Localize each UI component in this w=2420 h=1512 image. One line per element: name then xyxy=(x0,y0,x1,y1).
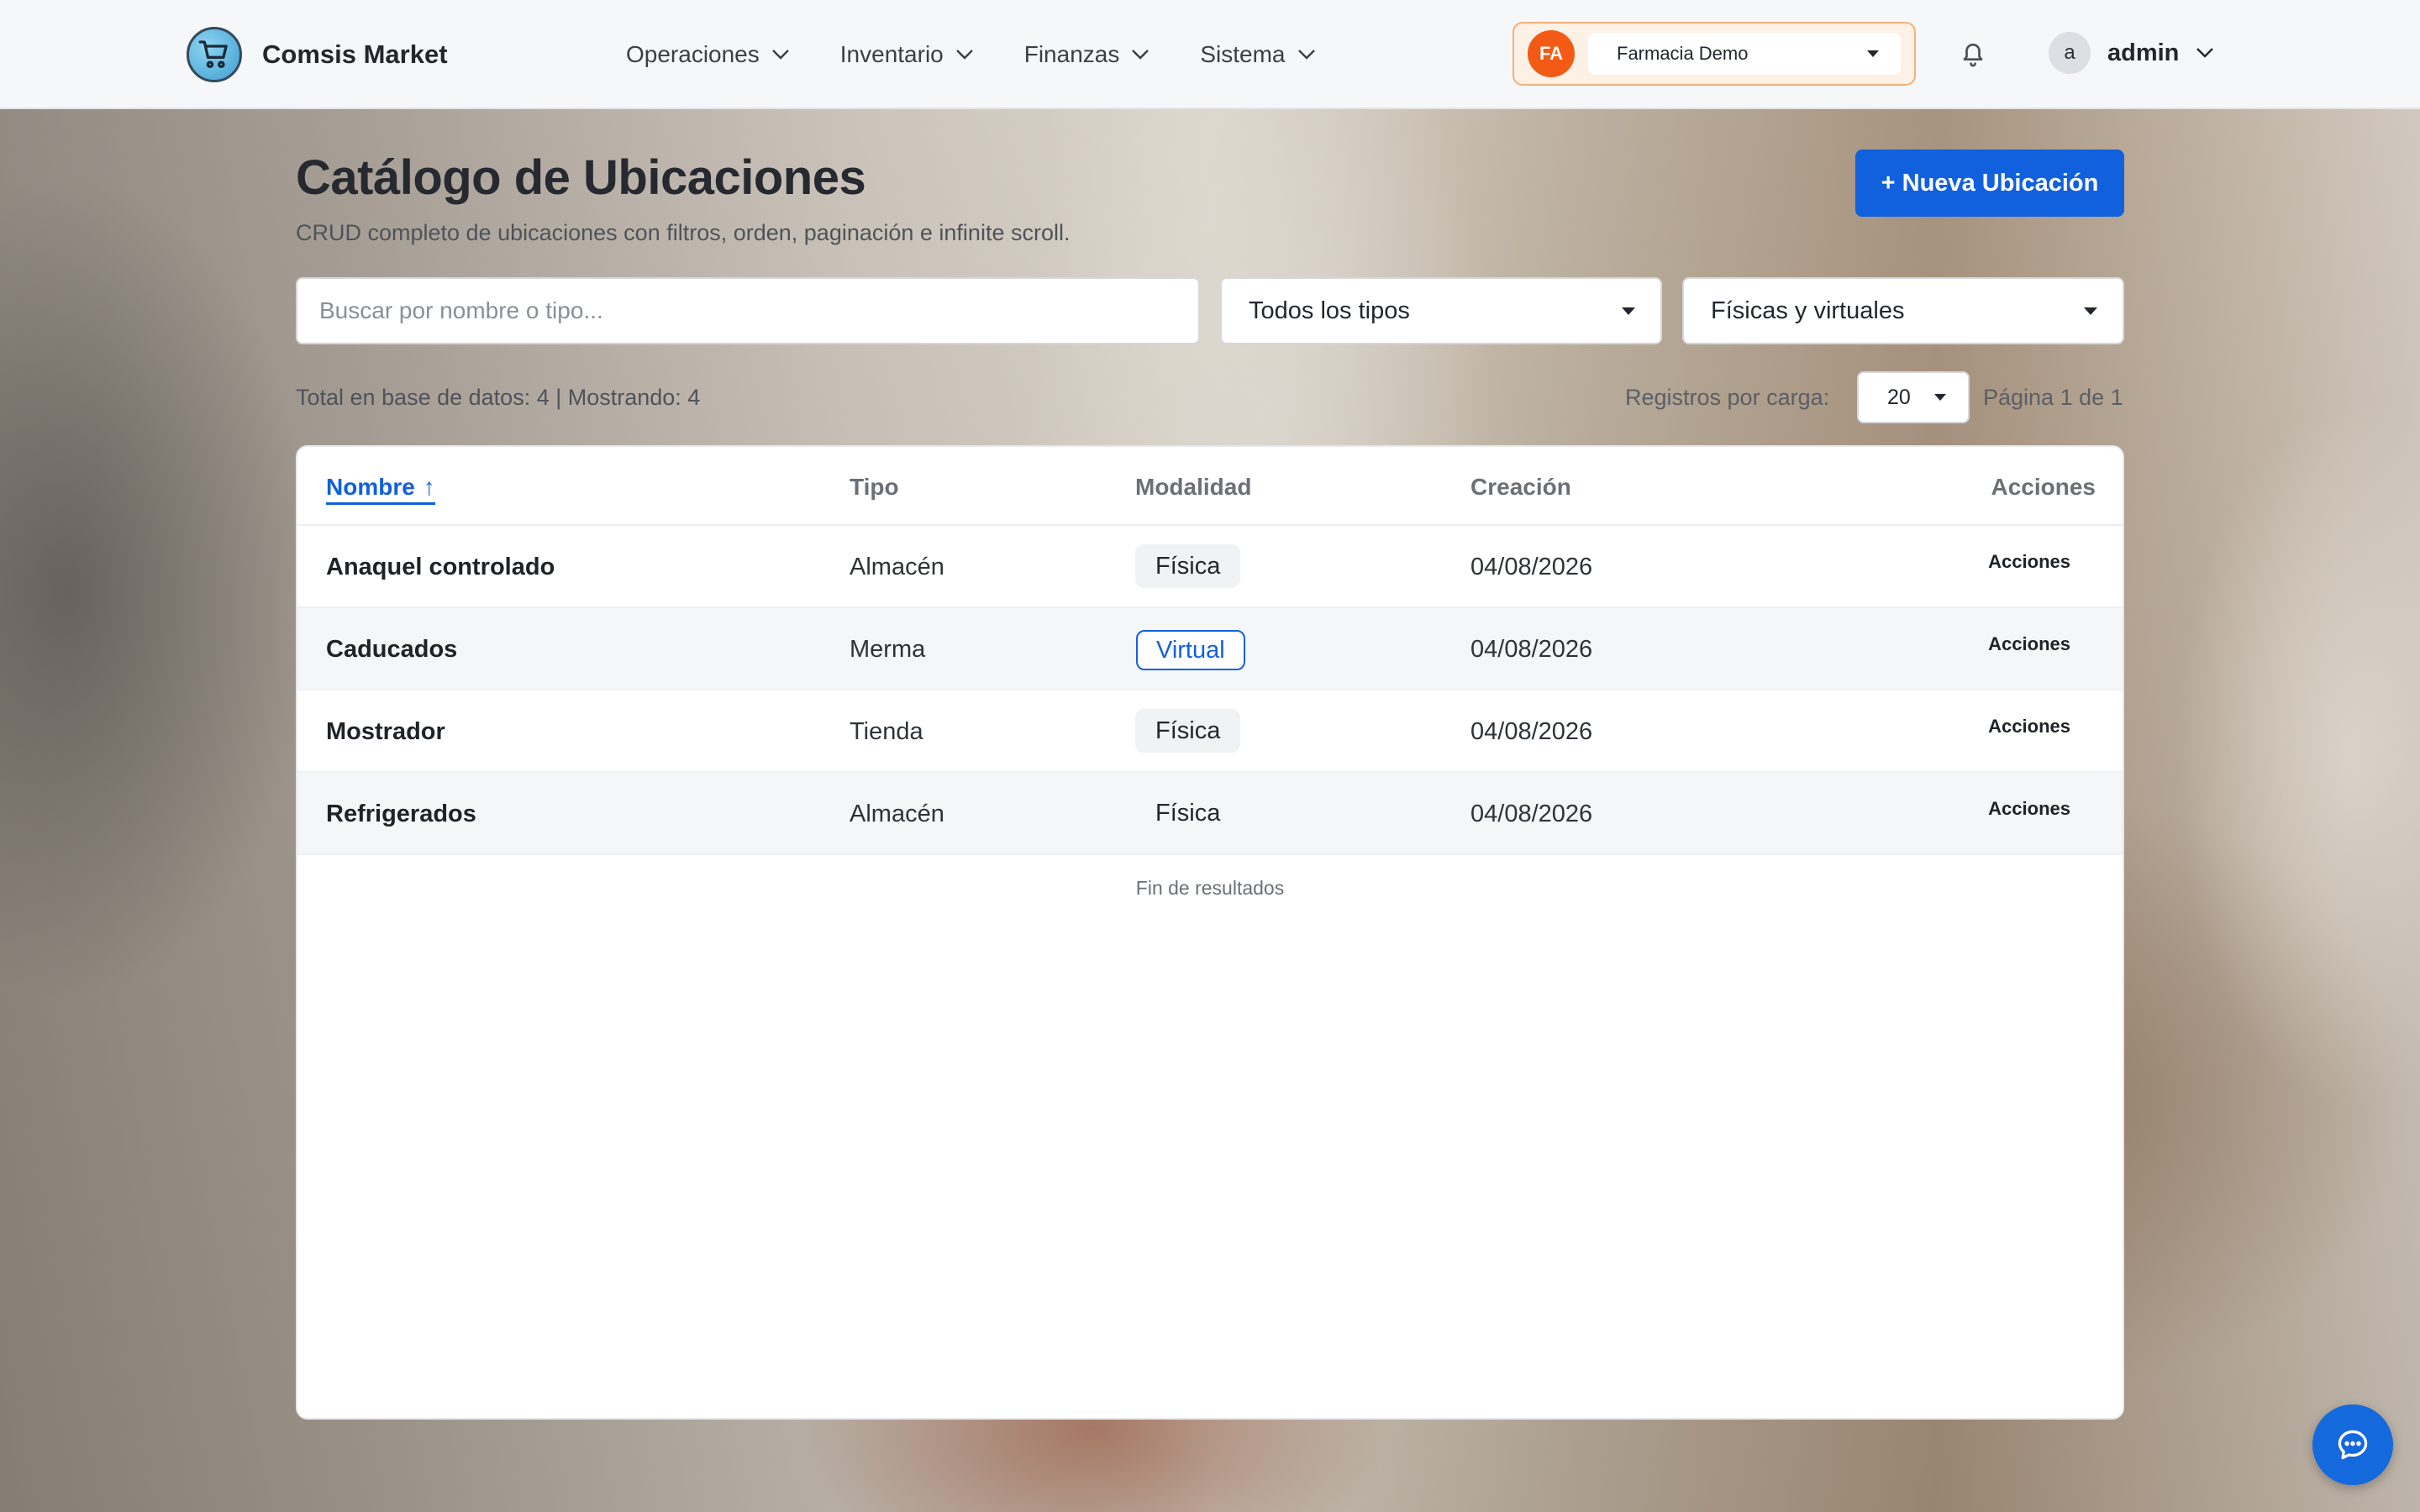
nav-item-sistema[interactable]: Sistema xyxy=(1200,41,1315,68)
chevron-down-icon xyxy=(1132,50,1150,60)
cell-type: Merma xyxy=(850,636,926,663)
cell-name: Anaquel controlado xyxy=(326,554,555,580)
avatar: a xyxy=(2049,32,2091,74)
table-row[interactable]: Refrigerados Almacén Física 04/08/2026 A… xyxy=(297,773,2123,855)
store-name: Farmacia Demo xyxy=(1617,43,1749,64)
column-header-type[interactable]: Tipo xyxy=(850,474,899,501)
caret-down-icon xyxy=(1867,50,1879,57)
row-actions-button[interactable]: Acciones xyxy=(1988,798,2070,820)
store-avatar: FA xyxy=(1528,30,1575,77)
mode-filter-select[interactable]: Físicas y virtuales xyxy=(1682,277,2124,344)
nav-item-label: Operaciones xyxy=(626,41,760,67)
chevron-down-icon xyxy=(771,50,789,60)
cell-name: Refrigerados xyxy=(326,801,476,827)
caret-down-icon xyxy=(1622,307,1635,315)
nav-item-label: Sistema xyxy=(1200,41,1286,67)
nav-item-label: Finanzas xyxy=(1023,41,1120,67)
per-load-select[interactable]: 20 xyxy=(1857,371,1970,423)
store-selector: FA Farmacia Demo xyxy=(1512,22,1916,86)
cell-created: 04/08/2026 xyxy=(1470,554,1593,580)
mode-badge: Física xyxy=(1135,544,1241,588)
user-name: admin xyxy=(2107,39,2180,66)
table-row[interactable]: Anaquel controlado Almacén Física 04/08/… xyxy=(297,526,2123,608)
mode-badge: Física xyxy=(1155,799,1221,827)
nav-item-finanzas[interactable]: Finanzas xyxy=(1024,41,1150,68)
cell-created: 04/08/2026 xyxy=(1470,801,1593,827)
cell-type: Almacén xyxy=(850,801,944,827)
cell-name: Mostrador xyxy=(326,718,445,745)
cell-created: 04/08/2026 xyxy=(1470,718,1593,745)
table-header: Nombre ↑ Tipo Modalidad Creación Accione… xyxy=(297,447,2123,526)
end-of-results-text: Fin de resultados xyxy=(1135,877,1285,899)
caret-down-icon xyxy=(1934,394,1946,401)
column-header-label: Nombre xyxy=(326,474,415,500)
column-header-actions: Acciones xyxy=(1991,474,2096,500)
chat-button[interactable] xyxy=(2312,1404,2393,1485)
chevron-down-icon xyxy=(2196,48,2214,58)
nav-item-operaciones[interactable]: Operaciones xyxy=(626,41,790,68)
page-info: Página 1 de 1 xyxy=(1983,385,2123,410)
bell-icon[interactable] xyxy=(1956,37,1990,75)
row-actions-button[interactable]: Acciones xyxy=(1988,551,2070,573)
mode-badge: Física xyxy=(1135,709,1241,753)
app-name: Comsis Market xyxy=(262,39,448,69)
row-actions-button[interactable]: Acciones xyxy=(1988,633,2070,655)
column-header-name[interactable]: Nombre ↑ xyxy=(326,474,435,505)
sort-ascending-icon: ↑ xyxy=(423,474,435,500)
mode-badge: Virtual xyxy=(1136,630,1245,670)
cell-type: Tienda xyxy=(850,718,923,745)
search-input[interactable] xyxy=(296,277,1200,344)
per-load-label: Registros por carga: xyxy=(1625,385,1830,410)
page-title: Catálogo de Ubicaciones xyxy=(296,150,866,205)
page-subtitle: CRUD completo de ubicaciones con filtros… xyxy=(296,220,1071,245)
totals-text: Total en base de datos: 4 | Mostrando: 4 xyxy=(296,385,701,410)
column-header-created[interactable]: Creación xyxy=(1470,474,1571,501)
cell-type: Almacén xyxy=(850,554,944,580)
new-location-button[interactable]: + Nueva Ubicación xyxy=(1855,150,2124,217)
column-header-mode[interactable]: Modalidad xyxy=(1135,474,1251,501)
brand[interactable]: Comsis Market xyxy=(187,25,448,84)
type-filter-value: Todos los tipos xyxy=(1249,297,1410,324)
per-load-value: 20 xyxy=(1887,385,1911,409)
table-row[interactable]: Mostrador Tienda Física 04/08/2026 Accio… xyxy=(297,690,2123,773)
locations-table: Nombre ↑ Tipo Modalidad Creación Accione… xyxy=(296,445,2124,1420)
nav-item-label: Inventario xyxy=(839,41,944,67)
cell-created: 04/08/2026 xyxy=(1470,636,1593,663)
cell-name: Caducados xyxy=(326,636,458,663)
chat-bubble-icon xyxy=(2338,1430,2368,1460)
type-filter-select[interactable]: Todos los tipos xyxy=(1220,277,1662,344)
chevron-down-icon xyxy=(955,50,973,60)
mode-filter-value: Físicas y virtuales xyxy=(1711,297,1905,324)
nav-item-inventario[interactable]: Inventario xyxy=(840,41,974,68)
shopping-cart-icon xyxy=(187,27,242,82)
chevron-down-icon xyxy=(1297,50,1315,60)
table-row[interactable]: Caducados Merma Virtual 04/08/2026 Accio… xyxy=(297,608,2123,690)
user-menu[interactable]: a admin xyxy=(2049,32,2214,74)
top-navigation-bar: Comsis Market Operaciones Inventario Fin… xyxy=(0,0,2420,109)
caret-down-icon xyxy=(2084,307,2097,315)
row-actions-button[interactable]: Acciones xyxy=(1988,716,2070,738)
store-dropdown[interactable]: Farmacia Demo xyxy=(1588,33,1901,75)
main-nav: Operaciones Inventario Finanzas Sistema xyxy=(626,34,1366,76)
